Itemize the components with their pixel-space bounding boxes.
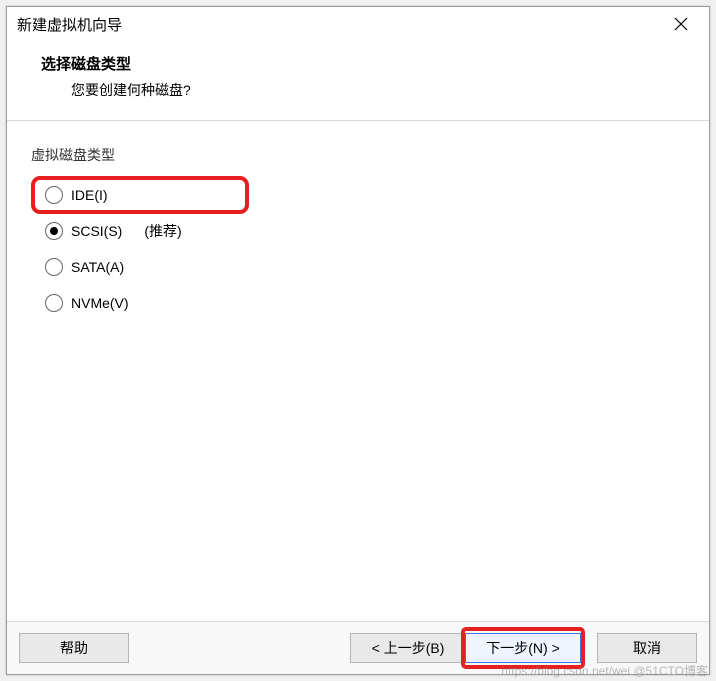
radio-icon xyxy=(45,294,63,312)
footer-wrap: 帮助 < 上一步(B) 下一步(N) > 取消 xyxy=(7,621,709,674)
titlebar: 新建虚拟机向导 xyxy=(7,7,709,41)
page-title: 选择磁盘类型 xyxy=(41,53,699,74)
radio-option-nvme[interactable]: NVMe(V) xyxy=(45,287,689,319)
radio-option-sata[interactable]: SATA(A) xyxy=(45,251,689,283)
radio-icon xyxy=(45,222,63,240)
radio-icon xyxy=(45,258,63,276)
wizard-header: 选择磁盘类型 您要创建何种磁盘? xyxy=(7,41,709,120)
page-subtitle: 您要创建何种磁盘? xyxy=(41,80,699,100)
radio-option-scsi[interactable]: SCSI(S) (推荐) xyxy=(45,215,689,247)
radio-label: IDE(I) xyxy=(71,187,108,203)
close-icon xyxy=(674,17,688,31)
group-label-disk-type: 虚拟磁盘类型 xyxy=(31,145,689,165)
cancel-button[interactable]: 取消 xyxy=(597,633,697,663)
wizard-window: 新建虚拟机向导 选择磁盘类型 您要创建何种磁盘? 虚拟磁盘类型 IDE(I) S… xyxy=(6,6,710,675)
radio-option-ide[interactable]: IDE(I) xyxy=(45,179,689,211)
recommended-tag: (推荐) xyxy=(144,221,181,241)
radio-label: NVMe(V) xyxy=(71,295,129,311)
window-title: 新建虚拟机向导 xyxy=(17,14,661,35)
radio-label: SCSI(S) xyxy=(71,223,122,239)
radio-label: SATA(A) xyxy=(71,259,124,275)
radio-icon xyxy=(45,186,63,204)
back-button[interactable]: < 上一步(B) xyxy=(350,633,466,663)
wizard-footer: 帮助 < 上一步(B) 下一步(N) > 取消 xyxy=(7,621,709,674)
content-area: 虚拟磁盘类型 IDE(I) SCSI(S) (推荐) SATA(A) NVMe(… xyxy=(7,121,709,621)
nav-button-group: < 上一步(B) 下一步(N) > xyxy=(350,633,581,663)
close-button[interactable] xyxy=(661,9,701,39)
next-button[interactable]: 下一步(N) > xyxy=(465,633,581,663)
help-button[interactable]: 帮助 xyxy=(19,633,129,663)
